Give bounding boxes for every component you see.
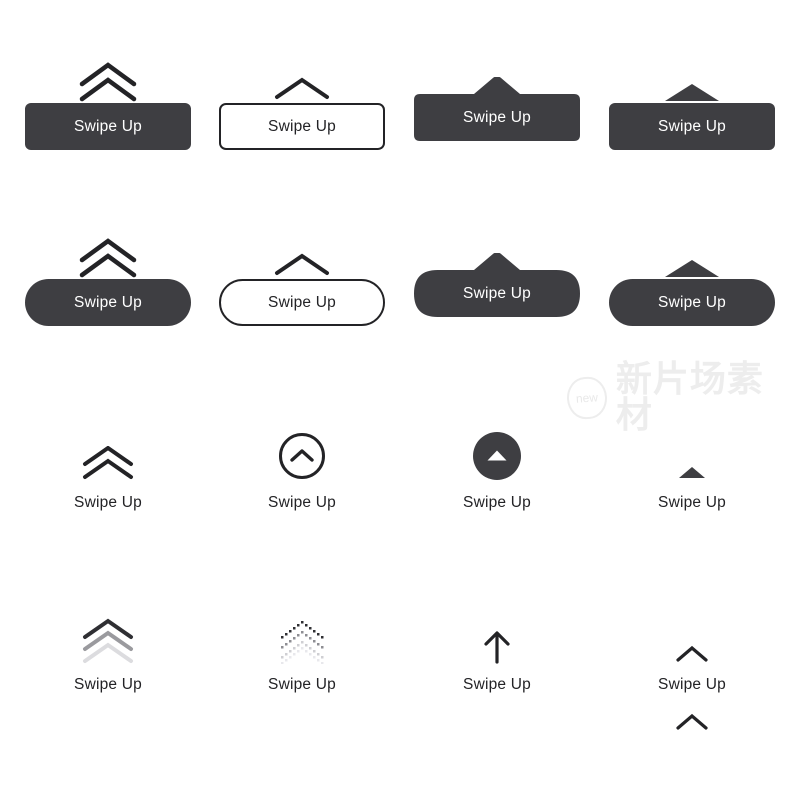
- circle-filled-triangle-up-icon[interactable]: [473, 432, 521, 480]
- triangle-up-icon: [662, 60, 722, 102]
- chevron-up-above-icon: [674, 612, 710, 664]
- swipe-up-card-r4c3[interactable]: Swipe Up: [397, 612, 597, 694]
- swipe-up-card-r1c1[interactable]: Swipe Up: [8, 60, 208, 150]
- swipe-up-card-r3c4[interactable]: Swipe Up: [592, 432, 792, 512]
- swipe-up-label: Swipe Up: [658, 676, 726, 693]
- swipe-up-button[interactable]: Swipe Up: [25, 279, 191, 326]
- swipe-up-button[interactable]: Swipe Up: [219, 279, 385, 326]
- swipe-up-card-r4c2[interactable]: Swipe Up: [202, 612, 402, 694]
- chevron-up-below-icon: [674, 712, 710, 732]
- arrow-up-icon: [482, 612, 512, 664]
- swipe-up-card-r3c3[interactable]: Swipe Up: [397, 432, 597, 512]
- swipe-up-card-r4c1[interactable]: Swipe Up: [8, 612, 208, 694]
- swipe-up-button[interactable]: Swipe Up: [609, 279, 775, 326]
- swipe-up-button[interactable]: Swipe Up: [414, 77, 580, 141]
- swipe-up-label: Swipe Up: [658, 494, 726, 511]
- swipe-up-label: Swipe Up: [268, 676, 336, 693]
- swipe-up-button[interactable]: Swipe Up: [414, 253, 580, 317]
- double-chevron-up-icon: [76, 60, 140, 102]
- swipe-up-button-label: Swipe Up: [658, 117, 726, 135]
- swipe-up-card-r2c2[interactable]: Swipe Up: [202, 236, 402, 326]
- swipe-up-button[interactable]: Swipe Up: [219, 103, 385, 150]
- triangle-up-icon: [662, 236, 722, 278]
- double-chevron-up-icon: [76, 236, 140, 278]
- watermark: new 新片场素材: [565, 362, 782, 434]
- circle-outline-chevron-up-icon[interactable]: [278, 432, 326, 480]
- swipe-up-card-r1c2[interactable]: Swipe Up: [202, 60, 402, 150]
- swipe-up-card-r1c3[interactable]: Swipe Up: [397, 60, 597, 141]
- swipe-up-button-label: Swipe Up: [463, 284, 531, 302]
- swipe-up-label: Swipe Up: [463, 676, 531, 693]
- swipe-up-card-r2c4[interactable]: Swipe Up: [592, 236, 792, 326]
- single-chevron-up-icon: [270, 60, 334, 102]
- swipe-up-card-r3c2[interactable]: Swipe Up: [202, 432, 402, 512]
- swipe-up-card-r1c4[interactable]: Swipe Up: [592, 60, 792, 150]
- dotted-chevron-fade-icon: [273, 612, 331, 664]
- swipe-up-button-sheet: Swipe Up Swipe Up Swipe Up Swipe Up Swip…: [0, 0, 800, 800]
- swipe-up-button[interactable]: Swipe Up: [25, 103, 191, 150]
- swipe-up-label: Swipe Up: [463, 494, 531, 511]
- watermark-badge: new: [565, 375, 609, 421]
- swipe-up-button-label: Swipe Up: [268, 293, 336, 311]
- single-chevron-up-icon: [270, 236, 334, 278]
- swipe-up-card-r4c4[interactable]: Swipe Up: [592, 612, 792, 732]
- swipe-up-card-r3c1[interactable]: Swipe Up: [8, 432, 208, 512]
- swipe-up-button[interactable]: Swipe Up: [609, 103, 775, 150]
- swipe-up-label: Swipe Up: [74, 494, 142, 511]
- swipe-up-label: Swipe Up: [74, 676, 142, 693]
- small-triangle-up-icon: [677, 432, 707, 480]
- double-chevron-up-icon: [80, 432, 136, 480]
- watermark-text: 新片场素材: [615, 359, 764, 436]
- swipe-up-button-label: Swipe Up: [268, 117, 336, 135]
- swipe-up-card-r2c3[interactable]: Swipe Up: [397, 236, 597, 317]
- swipe-up-card-r2c1[interactable]: Swipe Up: [8, 236, 208, 326]
- swipe-up-button-label: Swipe Up: [658, 293, 726, 311]
- swipe-up-button-label: Swipe Up: [74, 117, 142, 135]
- swipe-up-button-label: Swipe Up: [74, 293, 142, 311]
- swipe-up-label: Swipe Up: [268, 494, 336, 511]
- triple-chevron-fade-icon: [80, 612, 136, 664]
- swipe-up-button-label: Swipe Up: [463, 108, 531, 126]
